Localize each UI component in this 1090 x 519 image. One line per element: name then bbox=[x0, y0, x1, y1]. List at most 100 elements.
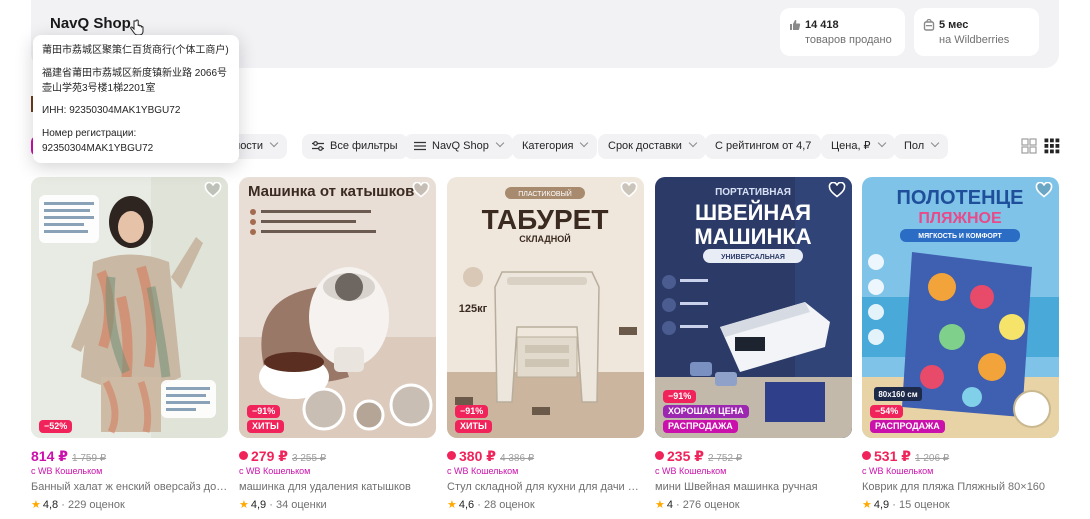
badges: −91% ХИТЫ bbox=[247, 405, 284, 433]
star-icon: ★ bbox=[447, 499, 457, 511]
rating: ★ 4,9 · 15 оценок bbox=[862, 499, 950, 511]
filter-category[interactable]: Категория bbox=[512, 134, 598, 159]
product-image[interactable]: Машинка от катышков −91% ХИТЫ bbox=[239, 177, 436, 438]
wb-bag-icon bbox=[923, 19, 935, 31]
good-price-badge: ХОРОШАЯ ЦЕНА bbox=[663, 405, 749, 418]
price: 235 ₽ bbox=[667, 448, 704, 464]
filter-price[interactable]: Цена, ₽ bbox=[821, 134, 895, 159]
price: 531 ₽ bbox=[874, 448, 911, 464]
image-sub: УНИВЕРСАЛЬНАЯ bbox=[721, 254, 785, 261]
discount-badge: −91% bbox=[663, 390, 697, 403]
hot-price-icon bbox=[862, 451, 871, 460]
badges: −91% ХИТЫ bbox=[455, 405, 492, 433]
price: 380 ₽ bbox=[459, 448, 496, 464]
product-image[interactable]: −52% bbox=[31, 177, 228, 438]
stat-sold: 14 418 товаров продано bbox=[780, 8, 905, 56]
lint-remover-photo: Машинка от катышков bbox=[239, 177, 436, 438]
rating-value: 4,9 bbox=[873, 499, 890, 511]
product-title[interactable]: Коврик для пляжа Пляжный 80×160 bbox=[862, 481, 1059, 494]
image-headline-1: ШВЕЙНАЯ bbox=[695, 200, 811, 225]
product-title[interactable]: Банный халат ж енский оверсайз домашний bbox=[31, 481, 228, 494]
old-price: 3 255 ₽ bbox=[292, 453, 327, 464]
image-small-label: ПЛАСТИКОВЫЙ bbox=[518, 189, 572, 198]
price-row: 279 ₽ 3 255 ₽ bbox=[239, 448, 436, 464]
filter-gender[interactable]: Пол bbox=[894, 134, 949, 159]
rating: ★ 4,8 · 229 оценок bbox=[31, 499, 125, 511]
discount-badge: −91% bbox=[247, 405, 281, 418]
favorite-heart-icon[interactable] bbox=[828, 182, 846, 198]
reviews-count: 34 оценки bbox=[275, 499, 327, 511]
sale-badge: РАСПРОДАЖА bbox=[870, 420, 945, 433]
image-load-label: 125кг bbox=[459, 303, 488, 315]
company-address: 福建省莆田市荔城区新度镇新业路 2066号壶山学苑3号楼1梯2201室 bbox=[42, 68, 228, 94]
image-headline: ТАБУРЕТ bbox=[482, 204, 609, 235]
price: 814 ₽ bbox=[31, 448, 68, 464]
wb-wallet-label: с WB Кошельком bbox=[31, 466, 103, 476]
stat-age: 5 мес на Wildberries bbox=[914, 8, 1039, 56]
discount-badge: −52% bbox=[39, 420, 73, 433]
favorite-heart-icon[interactable] bbox=[412, 182, 430, 198]
grid-small-view-icon[interactable] bbox=[1044, 138, 1060, 154]
seller-name[interactable]: NavQ Shop bbox=[50, 15, 131, 32]
company-inn: ИНН: 92350304MAK1YBGU72 bbox=[42, 105, 181, 116]
filter-rating[interactable]: С рейтингом от 4,7 bbox=[705, 134, 822, 159]
rating-value: 4,6 bbox=[458, 499, 475, 511]
filter-delivery[interactable]: Срок доставки bbox=[598, 134, 706, 159]
product-image[interactable]: ПОЛОТЕНЦЕ ПЛЯЖНОЕ МЯГКОСТЬ И КОМФОРТ 80x… bbox=[862, 177, 1059, 438]
favorite-heart-icon[interactable] bbox=[620, 182, 638, 198]
favorite-heart-icon[interactable] bbox=[204, 182, 222, 198]
filter-label: Срок доставки bbox=[608, 140, 682, 152]
product-card[interactable]: ПЛАСТИКОВЫЙ ТАБУРЕТ СКЛАДНОЙ 125кг −91% … bbox=[447, 177, 644, 511]
chevron-down-icon bbox=[930, 138, 940, 148]
badges: −91% ХОРОШАЯ ЦЕНА РАСПРОДАЖА bbox=[663, 390, 749, 433]
stool-photo: ПЛАСТИКОВЫЙ ТАБУРЕТ СКЛАДНОЙ 125кг bbox=[447, 177, 644, 438]
star-icon: ★ bbox=[862, 499, 872, 511]
stat-value: 14 418 bbox=[805, 19, 839, 31]
menu-icon bbox=[414, 141, 426, 151]
image-headline-2: МАШИНКА bbox=[694, 224, 811, 249]
discount-badge: −91% bbox=[455, 405, 489, 418]
sale-badge: РАСПРОДАЖА bbox=[663, 420, 738, 433]
badges: −54% РАСПРОДАЖА bbox=[870, 405, 945, 433]
product-title[interactable]: машинка для удаления катышков bbox=[239, 481, 436, 494]
price-row: 380 ₽ 4 386 ₽ bbox=[447, 448, 644, 464]
product-card[interactable]: −52% 814 ₽ 1 759 ₽ с WB Кошельком Банный … bbox=[31, 177, 228, 511]
reviews-count: 28 оценок bbox=[483, 499, 535, 511]
filter-all[interactable]: Все фильтры bbox=[302, 134, 408, 159]
image-sub: МЯГКОСТЬ И КОМФОРТ bbox=[918, 233, 1002, 240]
product-image[interactable]: ПЛАСТИКОВЫЙ ТАБУРЕТ СКЛАДНОЙ 125кг −91% … bbox=[447, 177, 644, 438]
filter-brand[interactable]: NavQ Shop bbox=[404, 134, 513, 159]
price: 279 ₽ bbox=[251, 448, 288, 464]
hit-badge: ХИТЫ bbox=[247, 420, 284, 433]
filters-icon bbox=[312, 141, 324, 151]
seller-page: NavQ Shop 14 418 товаров продано 5 мес н… bbox=[0, 0, 1090, 519]
wb-wallet-label: с WB Кошельком bbox=[239, 466, 311, 476]
favorite-heart-icon[interactable] bbox=[1035, 182, 1053, 198]
product-title[interactable]: Стул складной для кухни для дачи на балк… bbox=[447, 481, 644, 494]
discount-badge: −54% bbox=[870, 405, 904, 418]
product-image[interactable]: ПОРТАТИВНАЯ ШВЕЙНАЯ МАШИНКА УНИВЕРСАЛЬНА… bbox=[655, 177, 852, 438]
product-title[interactable]: мини Швейная машинка ручная bbox=[655, 481, 852, 494]
star-icon: ★ bbox=[239, 499, 249, 511]
hot-price-icon bbox=[239, 451, 248, 460]
filter-label: Категория bbox=[522, 140, 574, 152]
image-headline-2: ПЛЯЖНОЕ bbox=[918, 210, 1002, 227]
star-icon: ★ bbox=[31, 499, 41, 511]
wb-wallet-label: с WB Кошельком bbox=[862, 466, 934, 476]
beach-towel-photo: ПОЛОТЕНЦЕ ПЛЯЖНОЕ МЯГКОСТЬ И КОМФОРТ 80x… bbox=[862, 177, 1059, 438]
filter-label: NavQ Shop bbox=[432, 140, 489, 152]
image-headline: Машинка от катышков bbox=[248, 183, 414, 200]
price-row: 814 ₽ 1 759 ₽ bbox=[31, 448, 228, 464]
filter-label: Пол bbox=[904, 140, 925, 152]
rating: ★ 4,6 · 28 оценок bbox=[447, 499, 535, 511]
product-card[interactable]: ПОРТАТИВНАЯ ШВЕЙНАЯ МАШИНКА УНИВЕРСАЛЬНА… bbox=[655, 177, 852, 511]
hit-badge: ХИТЫ bbox=[455, 420, 492, 433]
rating-value: 4,9 bbox=[250, 499, 267, 511]
thumbs-up-icon bbox=[790, 20, 801, 30]
grid-large-view-icon[interactable] bbox=[1021, 138, 1037, 154]
image-top-label: ПОРТАТИВНАЯ bbox=[715, 187, 791, 198]
badges: −52% bbox=[39, 420, 73, 433]
product-card[interactable]: Машинка от катышков −91% ХИТЫ 279 ₽ 3 25… bbox=[239, 177, 436, 511]
product-card[interactable]: ПОЛОТЕНЦЕ ПЛЯЖНОЕ МЯГКОСТЬ И КОМФОРТ 80x… bbox=[862, 177, 1059, 511]
reviews-count: 276 оценок bbox=[682, 499, 740, 511]
